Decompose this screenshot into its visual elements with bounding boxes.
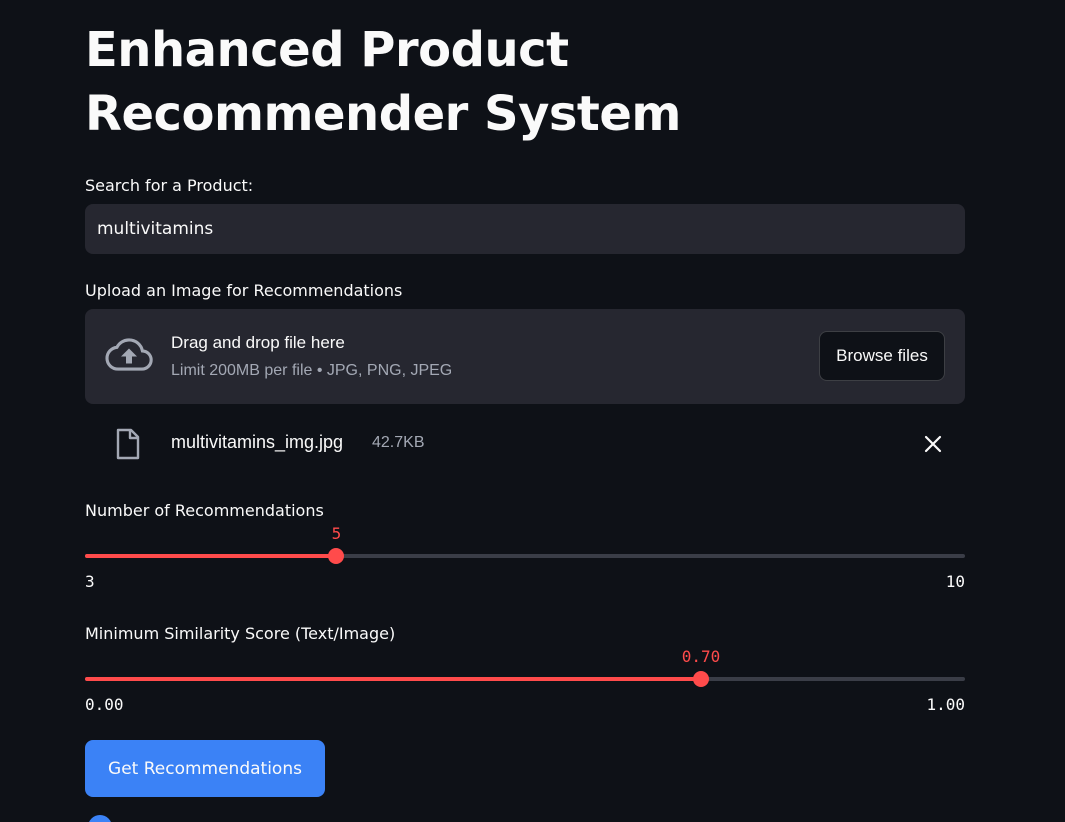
dropzone-subtitle: Limit 200MB per file • JPG, PNG, JPEG	[171, 362, 453, 379]
close-icon[interactable]	[923, 434, 943, 454]
app-page: Enhanced Product Recommender System Sear…	[0, 0, 1065, 822]
page-title: Enhanced Product Recommender System	[85, 22, 681, 142]
slider-track[interactable]	[85, 554, 965, 558]
slider-fill	[85, 677, 701, 681]
slider-max-label: 1.00	[926, 695, 965, 714]
search-label: Search for a Product:	[85, 176, 254, 195]
slider-value: 0.70	[681, 647, 721, 666]
similarity-slider[interactable]: 0.70 0.00 1.00	[85, 647, 965, 714]
dropzone-title: Drag and drop file here	[171, 333, 345, 352]
browse-files-button[interactable]: Browse files	[819, 331, 945, 381]
upload-label: Upload an Image for Recommendations	[85, 281, 403, 300]
num-recommendations-label: Number of Recommendations	[85, 501, 324, 520]
slider-min-label: 0.00	[85, 695, 124, 714]
slider-thumb[interactable]	[328, 548, 345, 564]
slider-thumb[interactable]	[693, 671, 709, 687]
search-input[interactable]	[85, 204, 965, 254]
cloud-upload-icon	[105, 338, 153, 371]
get-recommendations-button[interactable]: Get Recommendations	[85, 740, 325, 797]
file-icon	[116, 428, 140, 460]
file-dropzone[interactable]: Drag and drop file here Limit 200MB per …	[85, 309, 965, 404]
similarity-label: Minimum Similarity Score (Text/Image)	[85, 624, 396, 643]
num-recommendations-slider[interactable]: 5 3 10	[85, 524, 965, 591]
slider-track[interactable]	[85, 677, 965, 681]
loading-spinner-icon	[88, 815, 112, 822]
slider-max-label: 10	[945, 572, 965, 591]
slider-min-label: 3	[85, 572, 95, 591]
uploaded-file: multivitamins_img.jpg 42.7KB	[85, 422, 965, 466]
file-size: 42.7KB	[372, 434, 425, 451]
file-name: multivitamins_img.jpg	[171, 432, 344, 452]
slider-value: 5	[331, 524, 342, 543]
slider-fill	[85, 554, 337, 558]
